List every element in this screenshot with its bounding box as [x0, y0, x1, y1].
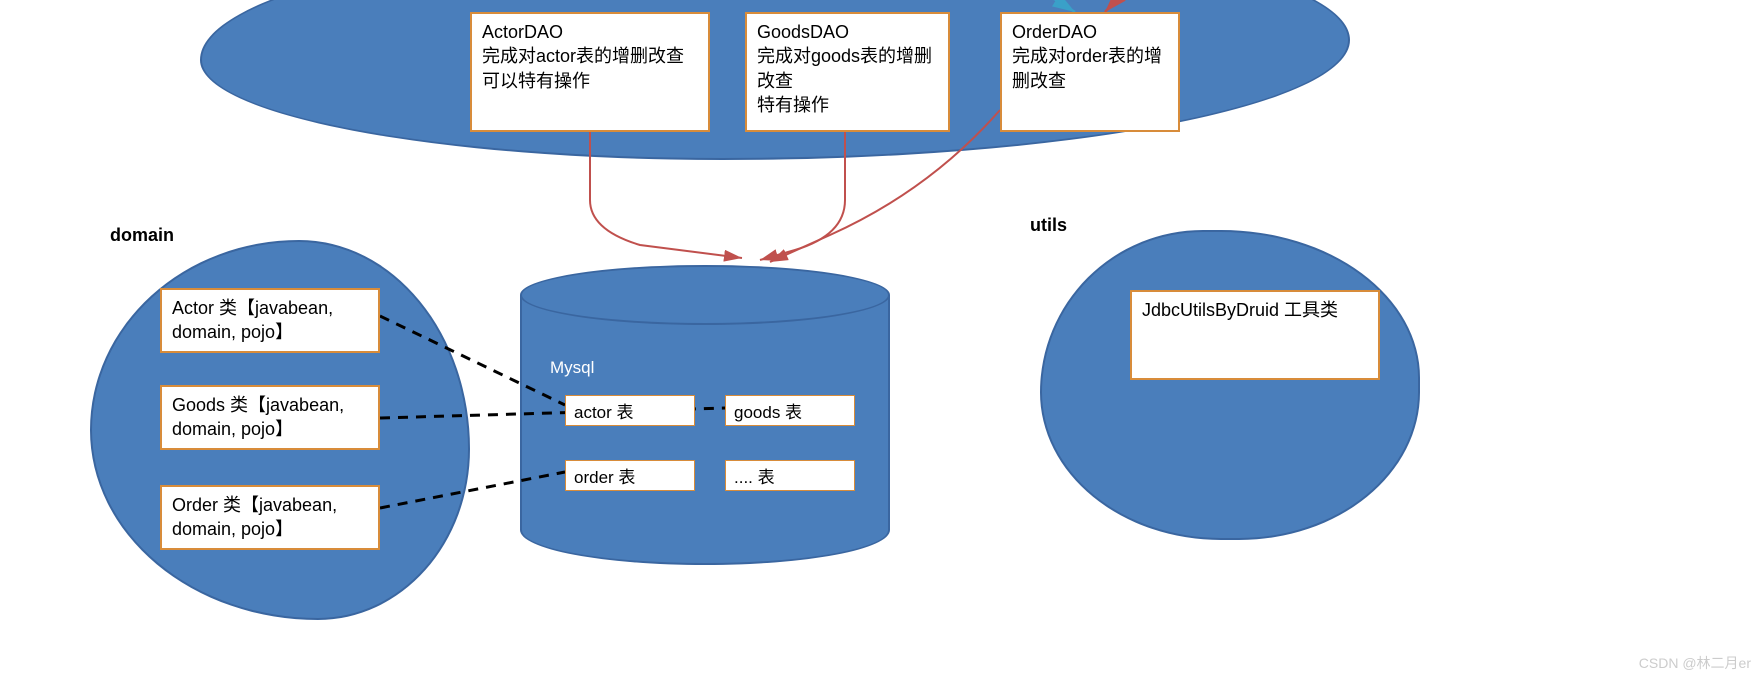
actor-dao-line1: 完成对actor表的增删改查	[482, 44, 698, 68]
db-etc-text: .... 表	[734, 468, 775, 487]
order-dao-title: OrderDAO	[1012, 20, 1168, 44]
goods-dao-line1: 完成对goods表的增删改查	[757, 44, 938, 93]
db-cylinder-body	[520, 295, 890, 565]
order-dao-line1: 完成对order表的增删改查	[1012, 44, 1168, 93]
db-actor-table: actor 表	[565, 395, 695, 426]
utils-label: utils	[1030, 215, 1067, 236]
goods-dao-line2: 特有操作	[757, 93, 938, 117]
db-order-text: order 表	[574, 468, 635, 487]
actor-dao-title: ActorDAO	[482, 20, 698, 44]
db-etc-table: .... 表	[725, 460, 855, 491]
domain-goods-box: Goods 类【javabean, domain, pojo】	[160, 385, 380, 450]
watermark: CSDN @林二月er	[1639, 653, 1751, 673]
utils-jdbc-text: JdbcUtilsByDruid 工具类	[1142, 300, 1338, 320]
utils-jdbc-box: JdbcUtilsByDruid 工具类	[1130, 290, 1380, 380]
domain-order-text: Order 类【javabean, domain, pojo】	[172, 495, 337, 539]
domain-actor-box: Actor 类【javabean, domain, pojo】	[160, 288, 380, 353]
domain-goods-text: Goods 类【javabean, domain, pojo】	[172, 395, 344, 439]
domain-actor-text: Actor 类【javabean, domain, pojo】	[172, 298, 333, 342]
actor-dao-line2: 可以特有操作	[482, 69, 698, 93]
utils-cloud	[1040, 230, 1420, 540]
goods-dao-box: GoodsDAO 完成对goods表的增删改查 特有操作	[745, 12, 950, 132]
order-dao-box: OrderDAO 完成对order表的增删改查	[1000, 12, 1180, 132]
goods-dao-title: GoodsDAO	[757, 20, 938, 44]
db-cylinder-top	[520, 265, 890, 325]
domain-order-box: Order 类【javabean, domain, pojo】	[160, 485, 380, 550]
db-label: Mysql	[550, 358, 594, 378]
domain-label: domain	[110, 225, 174, 246]
db-actor-text: actor 表	[574, 403, 634, 422]
actor-dao-box: ActorDAO 完成对actor表的增删改查 可以特有操作	[470, 12, 710, 132]
db-goods-text: goods 表	[734, 403, 802, 422]
db-order-table: order 表	[565, 460, 695, 491]
db-goods-table: goods 表	[725, 395, 855, 426]
